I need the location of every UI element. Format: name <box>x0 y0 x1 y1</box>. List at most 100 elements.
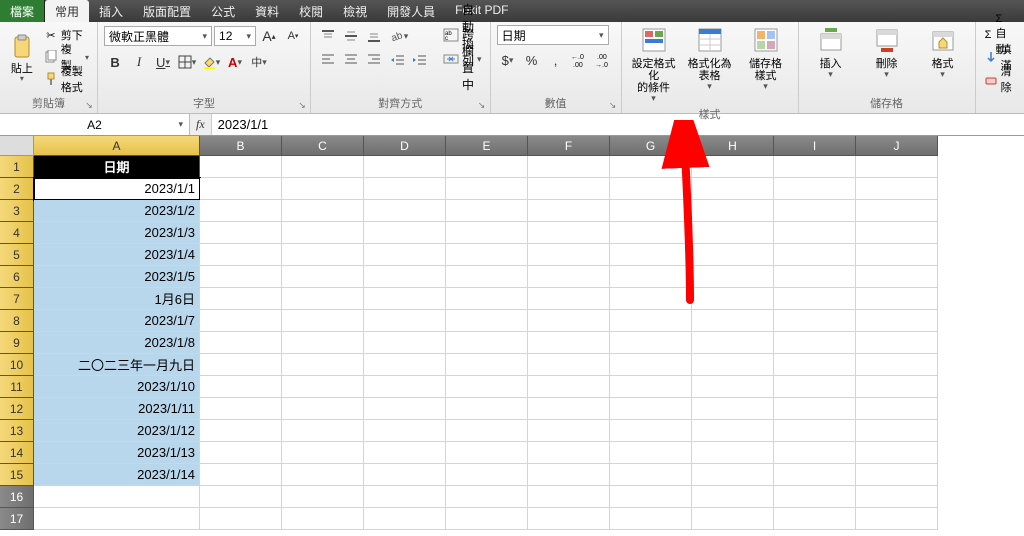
cell-I3[interactable] <box>774 200 856 222</box>
cell-G1[interactable] <box>610 156 692 178</box>
row-header-5[interactable]: 5 <box>0 244 34 266</box>
cell-B2[interactable] <box>200 178 282 200</box>
align-middle-button[interactable] <box>340 25 362 47</box>
insert-cells-button[interactable]: 插入 <box>805 25 857 80</box>
cell-G6[interactable] <box>610 266 692 288</box>
cell-D13[interactable] <box>364 420 446 442</box>
column-header-E[interactable]: E <box>446 136 528 156</box>
cell-I11[interactable] <box>774 376 856 398</box>
cell-J13[interactable] <box>856 420 938 442</box>
cell-G7[interactable] <box>610 288 692 310</box>
cell-B1[interactable] <box>200 156 282 178</box>
border-button[interactable] <box>176 51 198 73</box>
column-header-C[interactable]: C <box>282 136 364 156</box>
cell-A14[interactable]: 2023/1/13 <box>34 442 200 464</box>
accounting-format-button[interactable]: $ <box>497 49 519 71</box>
cell-I15[interactable] <box>774 464 856 486</box>
row-header-11[interactable]: 11 <box>0 376 34 398</box>
cell-B5[interactable] <box>200 244 282 266</box>
format-cells-button[interactable]: 格式 <box>917 25 969 80</box>
column-header-I[interactable]: I <box>774 136 856 156</box>
cell-A10[interactable]: 二〇二三年一月九日 <box>34 354 200 376</box>
cell-E16[interactable] <box>446 486 528 508</box>
cell-G14[interactable] <box>610 442 692 464</box>
cell-E6[interactable] <box>446 266 528 288</box>
cell-J15[interactable] <box>856 464 938 486</box>
cell-I13[interactable] <box>774 420 856 442</box>
cell-G8[interactable] <box>610 310 692 332</box>
row-header-15[interactable]: 15 <box>0 464 34 486</box>
cell-I1[interactable] <box>774 156 856 178</box>
cell-B4[interactable] <box>200 222 282 244</box>
row-header-9[interactable]: 9 <box>0 332 34 354</box>
cell-D4[interactable] <box>364 222 446 244</box>
cell-F8[interactable] <box>528 310 610 332</box>
row-header-12[interactable]: 12 <box>0 398 34 420</box>
cell-J2[interactable] <box>856 178 938 200</box>
cell-A5[interactable]: 2023/1/4 <box>34 244 200 266</box>
cell-G10[interactable] <box>610 354 692 376</box>
cell-C3[interactable] <box>282 200 364 222</box>
cell-H12[interactable] <box>692 398 774 420</box>
cell-A17[interactable] <box>34 508 200 530</box>
cell-F3[interactable] <box>528 200 610 222</box>
row-header-2[interactable]: 2 <box>0 178 34 200</box>
clipboard-dialog-launcher[interactable]: ↘ <box>83 99 95 111</box>
cell-D10[interactable] <box>364 354 446 376</box>
cell-E2[interactable] <box>446 178 528 200</box>
percent-button[interactable]: % <box>521 49 543 71</box>
cell-D15[interactable] <box>364 464 446 486</box>
cell-D11[interactable] <box>364 376 446 398</box>
column-header-F[interactable]: F <box>528 136 610 156</box>
cell-I14[interactable] <box>774 442 856 464</box>
cell-F10[interactable] <box>528 354 610 376</box>
shrink-font-button[interactable]: A▾ <box>282 25 304 47</box>
cell-G5[interactable] <box>610 244 692 266</box>
cell-D5[interactable] <box>364 244 446 266</box>
cell-A1[interactable]: 日期 <box>34 156 200 178</box>
cell-F2[interactable] <box>528 178 610 200</box>
cell-B13[interactable] <box>200 420 282 442</box>
italic-button[interactable]: I <box>128 51 150 73</box>
font-color-button[interactable]: A <box>224 51 246 73</box>
select-all-corner[interactable] <box>0 136 34 156</box>
row-header-16[interactable]: 16 <box>0 486 34 508</box>
row-header-10[interactable]: 10 <box>0 354 34 376</box>
cell-E5[interactable] <box>446 244 528 266</box>
cell-J8[interactable] <box>856 310 938 332</box>
cell-D16[interactable] <box>364 486 446 508</box>
increase-decimal-button[interactable]: ←.0.00 <box>569 49 591 71</box>
cell-H3[interactable] <box>692 200 774 222</box>
cell-E8[interactable] <box>446 310 528 332</box>
cell-I2[interactable] <box>774 178 856 200</box>
decrease-indent-button[interactable] <box>387 49 409 71</box>
cell-I16[interactable] <box>774 486 856 508</box>
cell-J9[interactable] <box>856 332 938 354</box>
cell-D9[interactable] <box>364 332 446 354</box>
cell-B6[interactable] <box>200 266 282 288</box>
cell-C9[interactable] <box>282 332 364 354</box>
underline-button[interactable]: U <box>152 51 174 73</box>
cell-G3[interactable] <box>610 200 692 222</box>
cell-J11[interactable] <box>856 376 938 398</box>
cell-B14[interactable] <box>200 442 282 464</box>
orientation-button[interactable]: ab <box>387 25 409 47</box>
cell-F7[interactable] <box>528 288 610 310</box>
cell-C13[interactable] <box>282 420 364 442</box>
cell-F14[interactable] <box>528 442 610 464</box>
column-header-H[interactable]: H <box>692 136 774 156</box>
cell-C14[interactable] <box>282 442 364 464</box>
cell-D14[interactable] <box>364 442 446 464</box>
cell-H14[interactable] <box>692 442 774 464</box>
cell-B7[interactable] <box>200 288 282 310</box>
cell-D12[interactable] <box>364 398 446 420</box>
cell-A4[interactable]: 2023/1/3 <box>34 222 200 244</box>
cell-G12[interactable] <box>610 398 692 420</box>
cell-J16[interactable] <box>856 486 938 508</box>
cell-G2[interactable] <box>610 178 692 200</box>
cell-E11[interactable] <box>446 376 528 398</box>
cell-E15[interactable] <box>446 464 528 486</box>
column-header-G[interactable]: G <box>610 136 692 156</box>
cell-B8[interactable] <box>200 310 282 332</box>
cell-J17[interactable] <box>856 508 938 530</box>
